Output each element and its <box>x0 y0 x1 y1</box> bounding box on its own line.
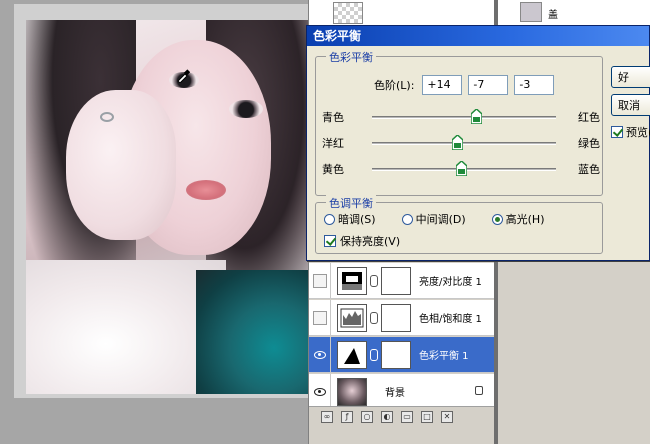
layer-name: 亮度/对比度 1 <box>419 277 482 288</box>
layer-name: 色相/饱和度 1 <box>419 314 482 325</box>
color-balance-adjustment-icon[interactable] <box>337 340 367 369</box>
trash-icon[interactable]: ✕ <box>441 410 453 423</box>
preview-label: 预览( <box>626 126 650 139</box>
eye-icon <box>313 387 326 396</box>
photo-hand <box>66 90 176 240</box>
layer-row-brightness[interactable]: 亮度/对比度 1 <box>309 262 499 299</box>
midtones-radio[interactable]: 中间调(D) <box>401 211 466 227</box>
slider-thumb[interactable] <box>471 109 483 124</box>
dialog-title[interactable]: 色彩平衡 <box>307 26 649 46</box>
layer-mask-thumbnail[interactable] <box>381 303 411 332</box>
group-folder-icon[interactable]: ▭ <box>401 410 413 423</box>
slider-thumb[interactable] <box>452 135 464 150</box>
preserve-luminosity-label: 保持亮度(V) <box>340 235 401 248</box>
hidden-box-icon <box>312 273 327 288</box>
color-balance-group: 色彩平衡 色阶(L): +14 -7 -3 青色 红色 洋红 绿色 黄色 蓝色 <box>315 49 603 196</box>
link-layers-icon[interactable]: ∞ <box>321 410 333 423</box>
radio-label: 高光(H) <box>505 213 545 226</box>
new-layer-icon[interactable]: □ <box>421 410 433 423</box>
level-magenta-green-field[interactable]: -7 <box>468 75 509 95</box>
radio-dot[interactable] <box>324 213 335 225</box>
eye-icon <box>313 350 326 359</box>
photo-eye-right <box>229 100 263 118</box>
photo-fur <box>196 270 308 394</box>
cancel-button[interactable]: 取消 <box>611 94 650 116</box>
layer-style-icon[interactable]: ƒ <box>341 410 353 423</box>
color-balance-legend: 色彩平衡 <box>326 49 376 65</box>
layer-thumbnail[interactable] <box>333 2 363 24</box>
preview-checkbox[interactable] <box>611 126 623 138</box>
layer-name: 背景 <box>385 388 405 399</box>
right-layer-thumbnail[interactable] <box>520 2 542 22</box>
chain-link-icon[interactable] <box>370 311 378 324</box>
color-balance-dialog: 色彩平衡 色彩平衡 色阶(L): +14 -7 -3 青色 红色 洋红 绿色 黄 <box>306 25 650 261</box>
slider-track[interactable] <box>372 116 556 119</box>
highlights-radio[interactable]: 高光(H) <box>491 211 545 227</box>
brightness-adjustment-icon[interactable] <box>337 266 367 295</box>
shadows-radio[interactable]: 暗调(S) <box>324 211 376 227</box>
eyedropper-cursor-icon <box>177 69 190 83</box>
tone-radio-group: 暗调(S) 中间调(D) 高光(H) <box>324 211 545 227</box>
layers-top-strip <box>309 0 499 28</box>
preserve-luminosity-checkbox[interactable] <box>324 235 336 247</box>
layer-mask-thumbnail[interactable] <box>381 266 411 295</box>
layer-row-background[interactable]: 背景 <box>309 373 499 410</box>
layer-row-hue-saturation[interactable]: 色相/饱和度 1 <box>309 299 499 336</box>
slider-cyan-red: 青色 红色 <box>322 107 600 127</box>
level-cyan-red-field[interactable]: +14 <box>422 75 463 95</box>
layer-visibility-toggle[interactable] <box>309 262 331 299</box>
add-mask-icon[interactable]: ○ <box>361 410 373 423</box>
layer-name: 色彩平衡 1 <box>419 351 469 362</box>
layer-visibility-toggle[interactable] <box>309 299 331 336</box>
layer-visibility-toggle[interactable] <box>309 373 331 410</box>
levels-row: 色阶(L): +14 -7 -3 <box>374 75 555 95</box>
layer-visibility-toggle[interactable] <box>309 336 331 373</box>
preserve-luminosity-row[interactable]: 保持亮度(V) <box>324 233 400 249</box>
layer-mask-thumbnail[interactable] <box>381 340 411 369</box>
slider-right-label: 绿色 <box>578 137 600 150</box>
slider-left-label: 洋红 <box>322 137 344 150</box>
levels-label: 色阶(L): <box>374 79 415 92</box>
layers-footer-toolbar: ∞ ƒ ○ ◐ ▭ □ ✕ <box>309 406 499 426</box>
slider-thumb[interactable] <box>455 161 467 176</box>
tone-balance-legend: 色调平衡 <box>326 195 376 211</box>
tone-balance-group: 色调平衡 暗调(S) 中间调(D) 高光(H) 保持亮度(V) <box>315 195 603 254</box>
level-yellow-blue-field[interactable]: -3 <box>514 75 555 95</box>
slider-right-label: 红色 <box>578 111 600 124</box>
adjustment-layer-icon[interactable]: ◐ <box>381 410 393 423</box>
radio-label: 中间调(D) <box>415 213 466 226</box>
background-thumbnail[interactable] <box>337 377 367 406</box>
slider-yellow-blue: 黄色 蓝色 <box>322 159 600 179</box>
layer-row-color-balance[interactable]: 色彩平衡 1 <box>309 336 499 373</box>
slider-left-label: 黄色 <box>322 163 344 176</box>
right-layer-label: 盖 <box>548 10 558 21</box>
photo-ring <box>100 112 114 122</box>
chain-link-icon[interactable] <box>370 274 378 287</box>
chain-link-icon[interactable] <box>370 348 378 361</box>
lock-icon <box>475 386 483 395</box>
photo-lips <box>186 180 226 200</box>
slider-left-label: 青色 <box>322 111 344 124</box>
slider-magenta-green: 洋红 绿色 <box>322 133 600 153</box>
slider-track[interactable] <box>372 142 556 145</box>
radio-label: 暗调(S) <box>338 213 376 226</box>
ok-button[interactable]: 好 <box>611 66 650 88</box>
right-layer-strip[interactable]: 盖 <box>498 0 650 26</box>
radio-dot[interactable] <box>401 213 413 225</box>
slider-right-label: 蓝色 <box>578 163 600 176</box>
radio-dot[interactable] <box>491 213 503 225</box>
hidden-box-icon <box>312 310 327 325</box>
preview-row[interactable]: 预览( <box>611 124 650 140</box>
document-photo[interactable] <box>26 20 308 394</box>
hue-saturation-adjustment-icon[interactable] <box>337 303 367 332</box>
